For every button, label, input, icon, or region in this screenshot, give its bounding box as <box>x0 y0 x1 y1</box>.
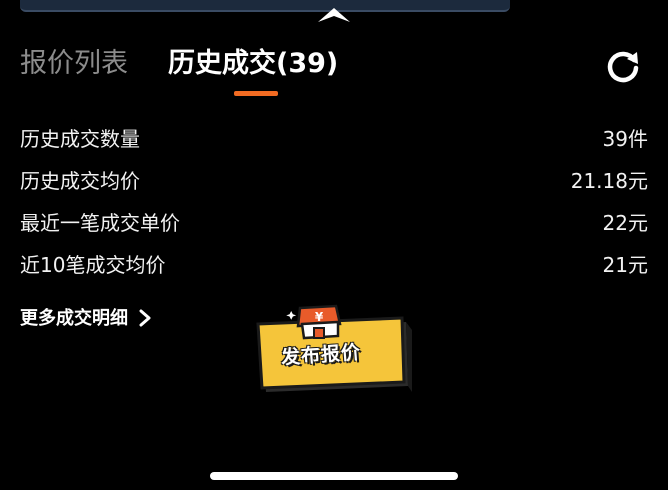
stat-row-average-price: 历史成交均价 21.18元 <box>20 160 648 202</box>
more-trade-details-link[interactable]: 更多成交明细 <box>20 302 152 336</box>
home-indicator[interactable] <box>210 472 458 480</box>
stat-row-latest-price: 最近一笔成交单价 22元 <box>20 202 648 244</box>
trade-stats-list: 历史成交数量 39件 历史成交均价 21.18元 最近一笔成交单价 22元 近1… <box>20 118 648 286</box>
active-tab-indicator <box>234 91 278 96</box>
tab-quote-list[interactable]: 报价列表 <box>20 44 128 84</box>
stat-value: 21元 <box>602 253 648 277</box>
caret-up-icon[interactable] <box>316 4 352 24</box>
stat-value: 21.18元 <box>570 169 648 193</box>
refresh-icon[interactable] <box>603 46 643 86</box>
more-link-label: 更多成交明细 <box>20 308 128 329</box>
top-panel-edge <box>20 0 510 12</box>
stat-row-last10-average: 近10笔成交均价 21元 <box>20 244 648 286</box>
publish-quote-button[interactable]: ¥ <box>256 300 412 396</box>
stat-label: 历史成交数量 <box>20 127 140 151</box>
chevron-right-icon <box>139 309 151 327</box>
tab-trade-history[interactable]: 历史成交(39) <box>168 44 338 84</box>
yen-symbol: ¥ <box>315 310 324 324</box>
stat-label: 最近一笔成交单价 <box>20 211 180 235</box>
stat-label: 历史成交均价 <box>20 169 140 193</box>
stat-value: 39件 <box>602 127 648 151</box>
stat-value: 22元 <box>602 211 648 235</box>
stat-label: 近10笔成交均价 <box>20 253 166 277</box>
stat-row-total-count: 历史成交数量 39件 <box>20 118 648 160</box>
